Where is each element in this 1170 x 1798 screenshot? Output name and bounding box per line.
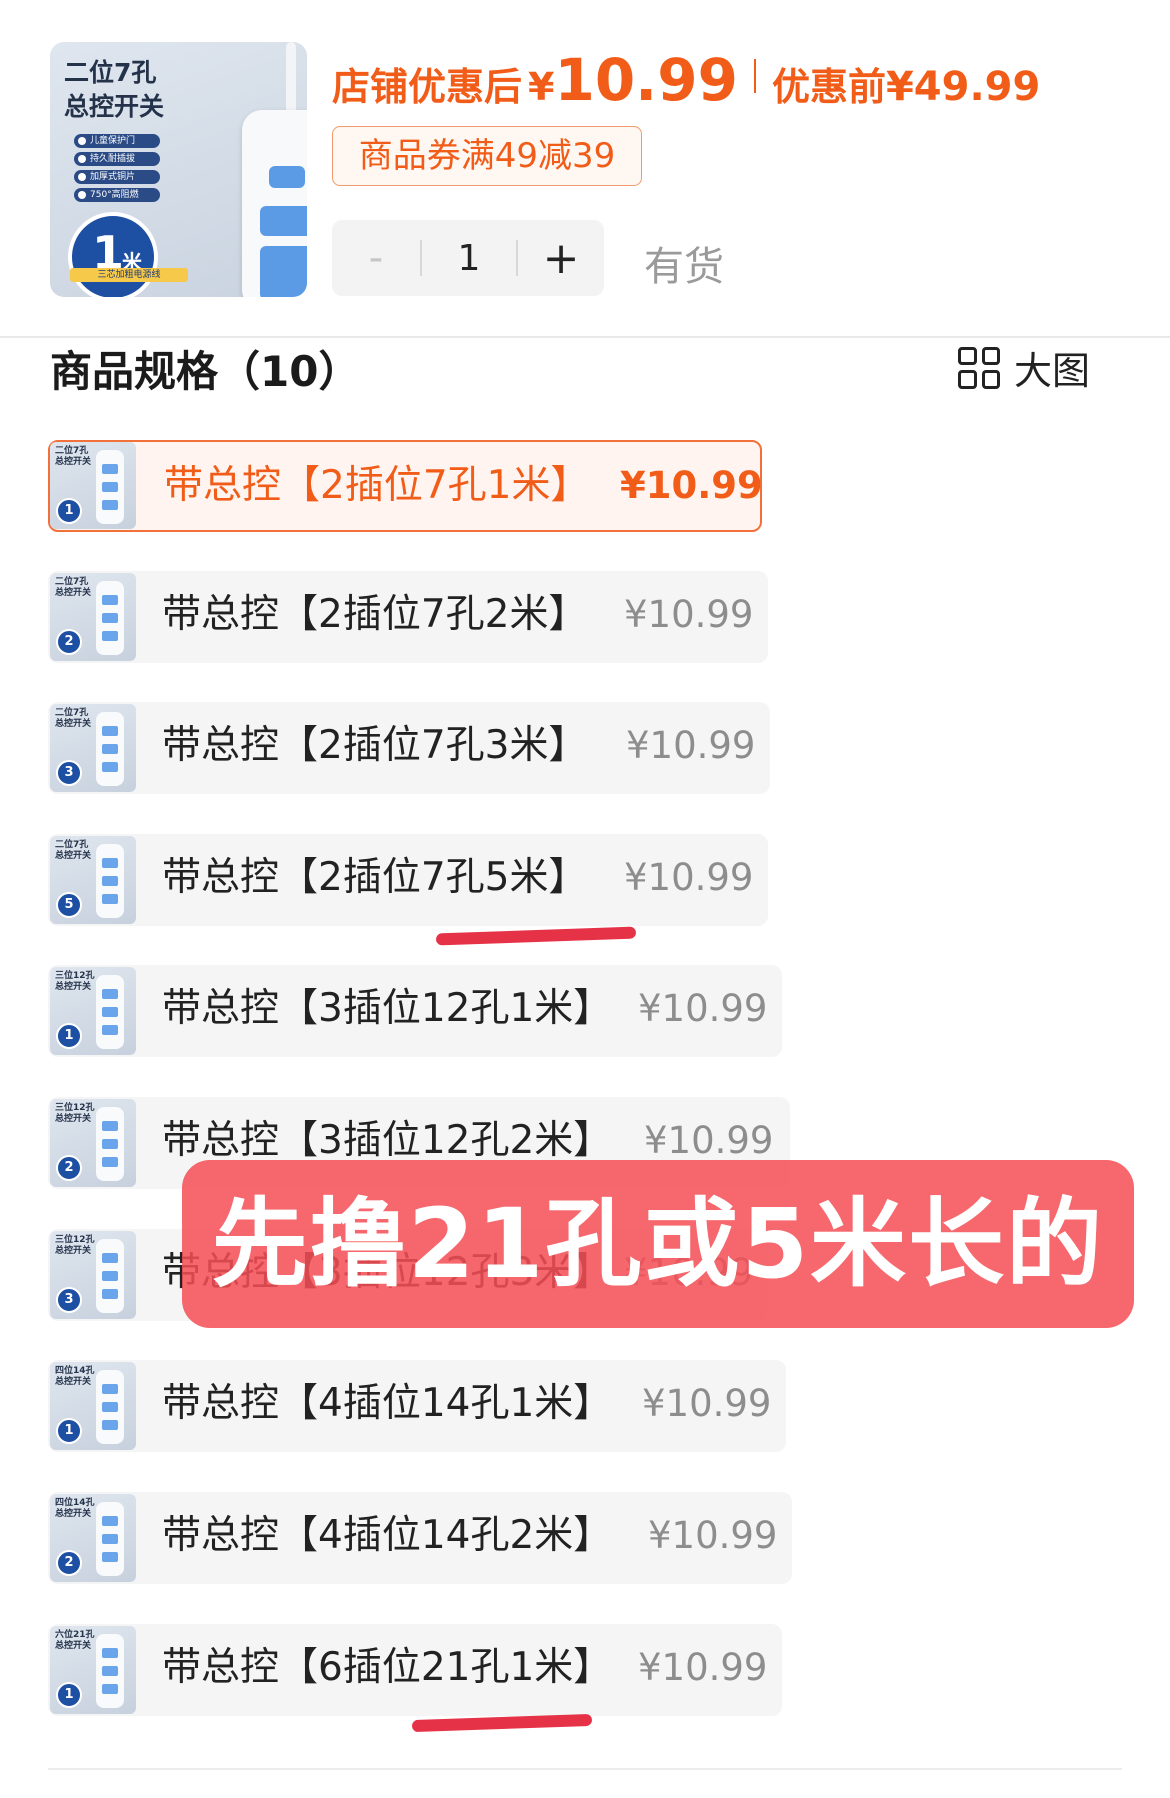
annotation-underline (411, 1713, 593, 1733)
spec-option[interactable]: 二位7孔 总控开关 5 带总控【2插位7孔5米】 ¥10.99 (48, 834, 768, 926)
spec-label: 带总控【2插位7孔1米】 (164, 463, 590, 508)
spec-thumbnail-title: 六位21孔 总控开关 (55, 1630, 95, 1651)
coupon-tag[interactable]: 商品券满49减39 (332, 126, 642, 186)
spec-length-badge: 1 (56, 498, 82, 524)
spec-length-badge: 1 (56, 1682, 82, 1708)
spec-length-badge: 1 (56, 1418, 82, 1444)
thumbnail-feature: 加厚式铜片 (74, 170, 160, 184)
spec-thumbnail-title: 二位7孔 总控开关 (55, 446, 92, 467)
length-badge: 1 米 (68, 212, 158, 297)
spec-thumbnail: 二位7孔 总控开关 5 (50, 836, 136, 924)
quantity-value[interactable]: 1 (422, 238, 516, 279)
spec-label: 带总控【4插位14孔1米】 (162, 1381, 613, 1426)
spec-plug-graphic (96, 712, 124, 786)
spec-option[interactable]: 二位7孔 总控开关 3 带总控【2插位7孔3米】 ¥10.99 (48, 702, 770, 794)
spec-option[interactable]: 三位12孔 总控开关 1 带总控【3插位12孔1米】 ¥10.99 (48, 965, 782, 1057)
after-discount-label: 店铺优惠后 (332, 65, 523, 109)
spec-plug-graphic (96, 1502, 124, 1576)
spec-thumbnail-title: 三位12孔 总控开关 (55, 1235, 95, 1256)
spec-thumbnail: 六位21孔 总控开关 1 (50, 1626, 136, 1714)
spec-label: 带总控【2插位7孔2米】 (162, 592, 588, 637)
spec-thumbnail-title: 四位14孔 总控开关 (55, 1498, 95, 1519)
spec-plug-graphic (96, 975, 124, 1049)
spec-thumbnail-title: 三位12孔 总控开关 (55, 1103, 95, 1124)
power-strip-graphic (242, 110, 307, 297)
spec-plug-graphic (96, 1370, 124, 1444)
spec-plug-graphic (96, 581, 124, 655)
thumbnail-caption: 三芯加粗电源线 (70, 268, 188, 282)
quantity-stepper: - 1 + (332, 220, 604, 296)
spec-option[interactable]: 四位14孔 总控开关 2 带总控【4插位14孔2米】 ¥10.99 (48, 1492, 792, 1584)
product-thumbnail[interactable]: 二位7孔 总控开关 儿童保护门 持久耐插拔 加厚式铜片 750°高阻燃 1 米 … (50, 42, 307, 297)
spec-length-badge: 1 (56, 1023, 82, 1049)
spec-price: ¥10.99 (620, 464, 763, 507)
thumbnail-title-line1: 二位7孔 (64, 58, 157, 87)
after-discount-price: 10.99 (554, 46, 738, 114)
thumbnail-title: 二位7孔 总控开关 (64, 56, 164, 124)
spec-label: 带总控【2插位7孔5米】 (162, 855, 588, 900)
spec-price: ¥10.99 (642, 1382, 772, 1425)
spec-plug-graphic (96, 1107, 124, 1181)
spec-thumbnail: 二位7孔 总控开关 3 (50, 704, 136, 792)
spec-thumbnail: 二位7孔 总控开关 2 (50, 573, 136, 661)
spec-price: ¥10.99 (624, 593, 754, 636)
specs-title: 商品规格（10） (50, 347, 361, 396)
thumbnail-feature: 持久耐插拔 (74, 152, 160, 166)
spec-length-badge: 3 (56, 1287, 82, 1313)
spec-plug-graphic (96, 450, 124, 524)
spec-price: ¥10.99 (626, 724, 756, 767)
spec-plug-graphic (96, 1239, 124, 1313)
before-discount-price: ¥49.99 (885, 64, 1041, 110)
currency-symbol: ¥ (528, 65, 555, 109)
big-view-label: 大图 (1014, 349, 1091, 393)
spec-thumbnail-title: 二位7孔 总控开关 (55, 708, 92, 729)
thumbnail-feature: 儿童保护门 (74, 134, 160, 148)
spec-thumbnail-title: 三位12孔 总控开关 (55, 971, 95, 992)
spec-option[interactable]: 四位14孔 总控开关 1 带总控【4插位14孔1米】 ¥10.99 (48, 1360, 786, 1452)
decrease-button[interactable]: - (332, 235, 420, 281)
spec-price: ¥10.99 (624, 856, 754, 899)
spec-length-badge: 2 (56, 629, 82, 655)
spec-label: 带总控【2插位7孔3米】 (162, 723, 588, 768)
spec-thumbnail: 三位12孔 总控开关 3 (50, 1231, 136, 1319)
price-separator (753, 59, 756, 93)
spec-option[interactable]: 二位7孔 总控开关 1 带总控【2插位7孔1米】 ¥10.99 (48, 440, 763, 532)
thumbnail-feature: 750°高阻燃 (74, 188, 160, 202)
spec-option[interactable]: 六位21孔 总控开关 1 带总控【6插位21孔1米】 ¥10.99 (48, 1624, 782, 1716)
annotation-banner: 先撸21孔或5米长的 (182, 1160, 1134, 1328)
before-discount-label: 优惠前 (771, 65, 886, 109)
spec-thumbnail: 三位12孔 总控开关 1 (50, 967, 136, 1055)
price-line: 店铺优惠后 ¥ 10.99 优惠前 ¥49.99 (332, 46, 1040, 114)
spec-length-badge: 2 (56, 1155, 82, 1181)
thumbnail-title-line2: 总控开关 (64, 92, 165, 121)
stock-status: 有货 (644, 244, 724, 290)
spec-price: ¥10.99 (648, 1514, 778, 1557)
spec-price: ¥10.99 (638, 1646, 768, 1689)
spec-thumbnail-title: 二位7孔 总控开关 (55, 577, 92, 598)
increase-button[interactable]: + (518, 233, 604, 284)
list-bottom-divider (48, 1768, 1122, 1770)
spec-label: 带总控【3插位12孔1米】 (162, 986, 613, 1031)
spec-thumbnail: 二位7孔 总控开关 1 (50, 442, 136, 529)
spec-plug-graphic (96, 844, 124, 918)
spec-length-badge: 2 (56, 1550, 82, 1576)
spec-plug-graphic (96, 1634, 124, 1708)
spec-option[interactable]: 二位7孔 总控开关 2 带总控【2插位7孔2米】 ¥10.99 (48, 571, 768, 663)
spec-length-badge: 3 (56, 760, 82, 786)
grid-icon (958, 346, 1000, 389)
spec-label: 带总控【4插位14孔2米】 (162, 1513, 613, 1558)
spec-price: ¥10.99 (638, 987, 768, 1030)
spec-thumbnail: 三位12孔 总控开关 2 (50, 1099, 136, 1187)
spec-label: 带总控【6插位21孔1米】 (162, 1645, 613, 1690)
spec-thumbnail: 四位14孔 总控开关 2 (50, 1494, 136, 1582)
spec-thumbnail: 四位14孔 总控开关 1 (50, 1362, 136, 1450)
spec-length-badge: 5 (56, 892, 82, 918)
big-view-toggle[interactable]: 大图 (958, 340, 1090, 395)
spec-thumbnail-title: 二位7孔 总控开关 (55, 840, 92, 861)
annotation-underline (435, 926, 637, 946)
spec-thumbnail-title: 四位14孔 总控开关 (55, 1366, 95, 1387)
